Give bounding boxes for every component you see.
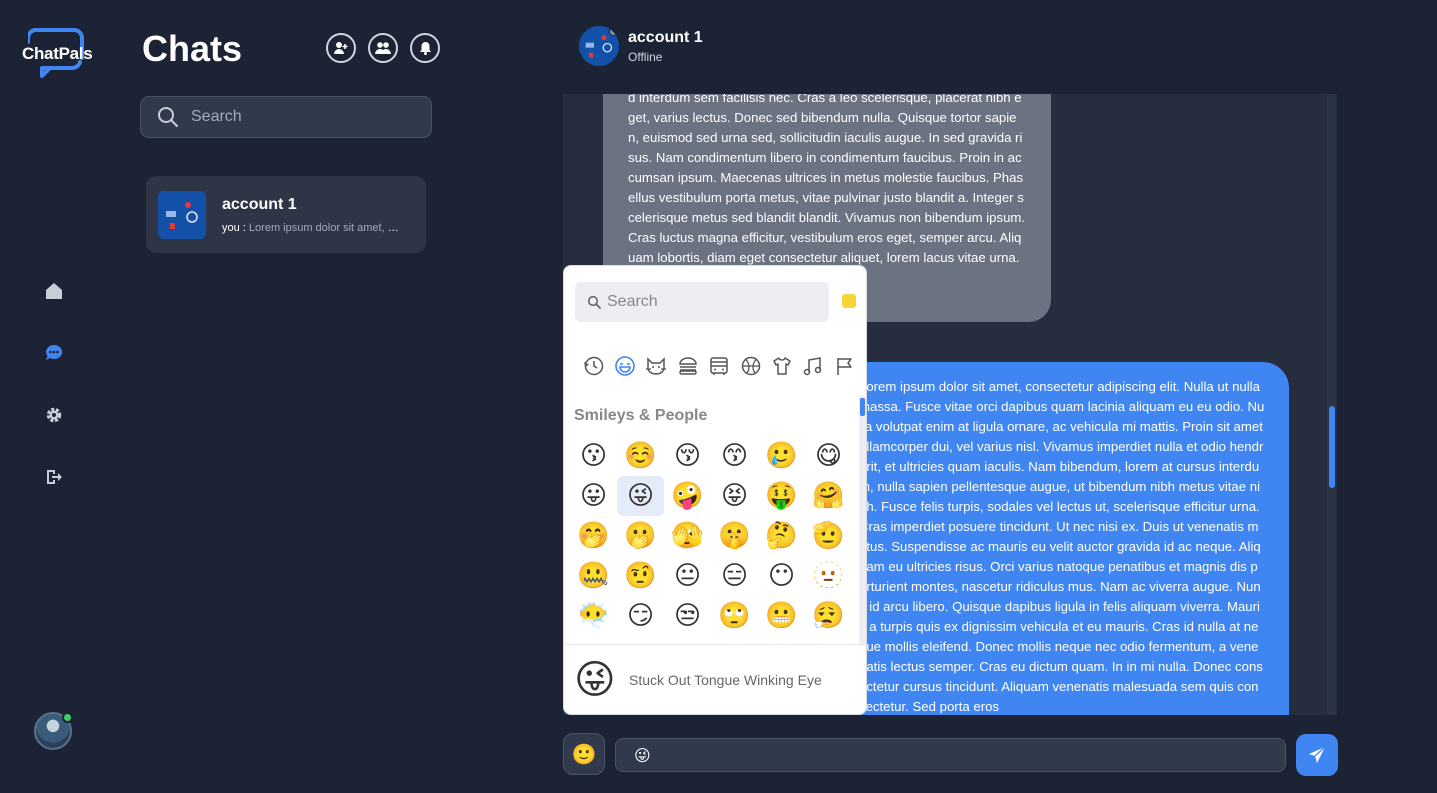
emoji-cell[interactable]: 🥲 [758,436,805,476]
preview-text: Lorem ipsum dolor sit amet, consectetur … [248,222,402,234]
emoji-cell[interactable]: 😛 [570,476,617,516]
skin-tone-selector[interactable] [842,294,856,308]
emoji-cell[interactable]: 😶‍🌫️ [570,596,617,636]
notifications-button[interactable] [410,33,440,63]
contact-avatar [158,191,206,239]
bell-icon [419,42,431,55]
emoji-section-title: Smileys & People [574,407,708,424]
emoji-cell[interactable]: 🙄 [711,596,758,636]
preview-prefix: you : [222,222,246,234]
emoji-scrollbar[interactable] [859,396,866,644]
emoji-cell[interactable]: 😮‍💨 [805,596,852,636]
emoji-cell[interactable]: 🤔 [758,516,805,556]
home-icon[interactable] [43,280,65,302]
chat-list-item[interactable]: account 1 you : Lorem ipsum dolor sit am… [146,176,426,253]
gear-icon[interactable] [43,404,65,426]
emoji-cell[interactable]: ☺️ [617,436,664,476]
flag-icon[interactable] [829,354,860,378]
preview-emoji: 😜 [574,657,616,703]
contact-status: Offline [628,50,663,64]
smiley-icon[interactable] [609,354,640,378]
shirt-icon[interactable] [766,354,797,378]
send-button[interactable] [1296,734,1338,776]
emoji-cell[interactable]: 😑 [711,556,758,596]
emoji-cell[interactable]: 😚 [664,436,711,476]
emoji-category-tabs [578,354,861,378]
emoji-cell[interactable]: 🤐 [570,556,617,596]
emoji-cell[interactable]: 😶 [758,556,805,596]
emoji-cell[interactable]: 🤫 [711,516,758,556]
scrollbar-thumb[interactable] [860,398,865,416]
emoji-cell[interactable]: 🤗 [805,476,852,516]
ball-icon[interactable] [735,354,766,378]
emoji-cell[interactable]: 😬 [758,596,805,636]
emoji-grid-area: Smileys & People 😗 ☺️ 😚 😙 🥲 😋 😛 😜 🤪 😝 🤑 🤗 🤭 🫢 🫣 🤫 🤔 🫡 🤐 🤨 😐 😑… [564,396,858,644]
chat-icon[interactable] [43,342,65,364]
emoji-cell[interactable]: 🤪 [664,476,711,516]
app-logo[interactable]: ChatPals [22,28,93,80]
chat-search [140,96,432,138]
emoji-cell[interactable]: 😜 [617,476,664,516]
emoji-cell[interactable]: 🫣 [664,516,711,556]
emoji-preview: 😜 Stuck Out Tongue Winking Eye [564,644,866,714]
app-name: ChatPals [22,44,93,63]
emoji-cell[interactable]: 🤑 [758,476,805,516]
emoji-cell[interactable]: 😝 [711,476,758,516]
emoji-search [575,282,829,322]
group-icon [375,42,391,54]
paper-plane-icon [1309,746,1326,763]
add-user-icon [334,42,348,54]
emoji-cell[interactable]: 🫥 [805,556,852,596]
emoji-cell[interactable]: 😏 [617,596,664,636]
emoji-toggle-button[interactable]: 🙂 [563,733,605,775]
outgoing-message: Lorem ipsum dolor sit amet, consectetur … [823,362,1289,715]
clock-icon[interactable] [578,354,609,378]
emoji-cell[interactable]: 🫢 [617,516,664,556]
search-icon [158,107,178,127]
groups-button[interactable] [368,33,398,63]
emoji-cell[interactable]: 🫡 [805,516,852,556]
burger-icon[interactable] [672,354,703,378]
emoji-picker: Smileys & People 😗☺️😚😙🥲😋😛😜🤪😝🤑🤗🤭🫢🫣🤫🤔🫡🤐🤨😐😑… [563,265,867,715]
offline-status-dot [609,27,618,36]
cat-icon[interactable] [641,354,672,378]
music-note-icon[interactable] [798,354,829,378]
user-avatar[interactable] [34,712,73,750]
message-input[interactable] [615,738,1286,772]
last-message-preview: you : Lorem ipsum dolor sit amet, consec… [222,222,402,234]
contact-name: account 1 [222,196,297,213]
nav-rail: ChatPals [0,0,108,793]
add-user-button[interactable] [326,33,356,63]
emoji-cell[interactable]: 😐 [664,556,711,596]
online-status-dot [62,712,73,723]
logout-icon[interactable] [43,466,65,488]
scrollbar-thumb[interactable] [1329,406,1335,488]
conversation-title: account 1 [628,29,703,46]
search-icon [587,295,601,309]
emoji-cell[interactable]: 🤭 [570,516,617,556]
conversation-avatar[interactable] [579,26,619,66]
emoji-cell[interactable]: 😗 [570,436,617,476]
emoji-cell[interactable]: 😙 [711,436,758,476]
search-input[interactable] [191,108,411,126]
bus-icon[interactable] [704,354,735,378]
emoji-cell[interactable]: 😋 [805,436,852,476]
emoji-cell[interactable]: 🤨 [617,556,664,596]
emoji-grid: 😗 ☺️ 😚 😙 🥲 😋 😛 😜 🤪 😝 🤑 🤗 🤭 🫢 🫣 🤫 🤔 🫡 🤐 🤨 😐 😑 😶 🫥 😶‍🌫️ 😏 😒 🙄 😬 😮‍💨 [570,436,852,636]
emoji-search-input[interactable] [607,293,817,311]
preview-emoji-name: Stuck Out Tongue Winking Eye [629,672,822,688]
page-title: Chats [142,28,243,69]
message-scrollbar[interactable] [1327,94,1336,715]
emoji-cell[interactable]: 😒 [664,596,711,636]
